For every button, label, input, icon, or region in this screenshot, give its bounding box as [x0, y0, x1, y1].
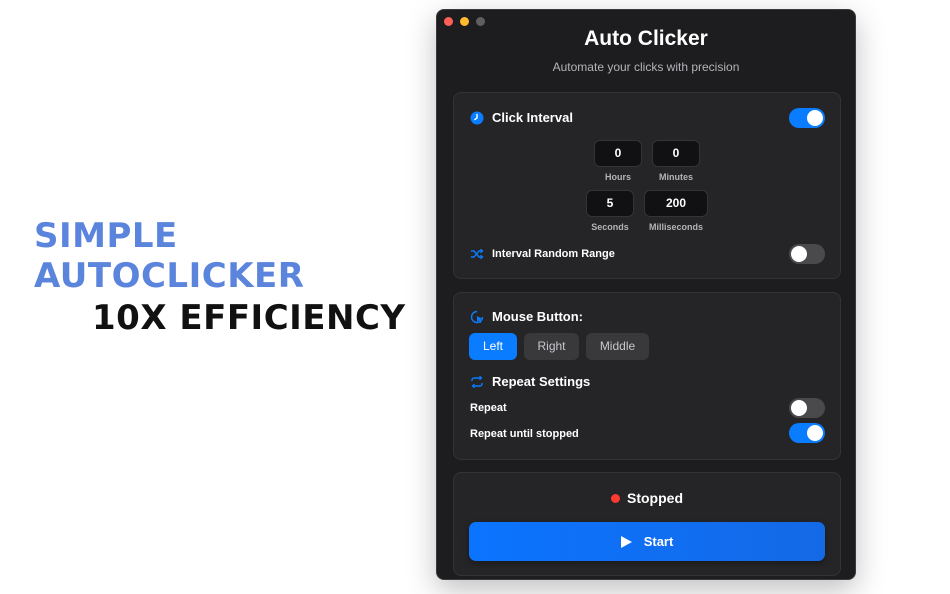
milliseconds-field[interactable]: 200 Milliseconds	[644, 190, 708, 232]
interval-random-range-label: Interval Random Range	[492, 248, 615, 260]
interval-random-range-toggle[interactable]	[789, 244, 825, 264]
mouse-middle-button[interactable]: Middle	[586, 333, 649, 360]
minutes-label: Minutes	[658, 172, 693, 182]
app-window: Auto Clicker Automate your clicks with p…	[436, 9, 856, 580]
status-card: Stopped Start	[453, 472, 841, 576]
repeat-until-stopped-label: Repeat until stopped	[470, 428, 579, 440]
repeat-label: Repeat	[470, 402, 507, 414]
clock-icon	[470, 111, 484, 124]
interval-random-range-row: Interval Random Range	[470, 247, 615, 261]
click-interval-title: Click Interval	[492, 110, 573, 125]
repeat-toggle[interactable]	[789, 398, 825, 418]
repeat-settings-title: Repeat Settings	[492, 374, 591, 389]
shuffle-icon	[471, 248, 484, 260]
repeat-until-stopped-toggle[interactable]	[789, 423, 825, 443]
start-button-label: Start	[643, 534, 674, 549]
promo-subheadline: 10X EFFICIENCY	[92, 298, 406, 338]
seconds-field[interactable]: 5 Seconds	[586, 190, 634, 232]
repeat-settings-header: Repeat Settings	[470, 374, 590, 389]
status-indicator: Stopped	[454, 490, 840, 506]
hours-label: Hours	[604, 172, 631, 182]
hours-field[interactable]: 0 Hours	[594, 140, 642, 182]
mouse-button-header: Mouse Button:	[470, 309, 583, 324]
milliseconds-label: Milliseconds	[648, 222, 703, 232]
minutes-field[interactable]: 0 Minutes	[652, 140, 700, 182]
status-dot-icon	[611, 493, 620, 503]
status-text: Stopped	[627, 490, 683, 506]
window-close-button[interactable]	[444, 17, 453, 26]
minutes-input[interactable]: 0	[652, 140, 700, 167]
click-interval-card: Click Interval 0 Hours 0 Minutes 5 Secon…	[453, 92, 841, 279]
play-icon	[620, 535, 632, 548]
window-zoom-button[interactable]	[476, 17, 485, 26]
seconds-label: Seconds	[591, 222, 629, 232]
promo-headline: SIMPLE AUTOCLICKER	[34, 216, 305, 296]
window-minimize-button[interactable]	[460, 17, 469, 26]
app-subtitle: Automate your clicks with precision	[552, 60, 740, 74]
mouse-right-button[interactable]: Right	[524, 333, 579, 360]
milliseconds-input[interactable]: 200	[644, 190, 708, 217]
app-title: Auto Clicker	[584, 27, 708, 50]
mouse-cursor-icon	[470, 310, 484, 323]
repeat-icon	[471, 375, 483, 388]
click-interval-header: Click Interval	[470, 110, 573, 125]
mouse-button-card: Mouse Button: Left Right Middle Repeat S…	[453, 292, 841, 460]
click-interval-toggle[interactable]	[789, 108, 825, 128]
start-button[interactable]: Start	[469, 522, 825, 561]
hours-input[interactable]: 0	[594, 140, 642, 167]
seconds-input[interactable]: 5	[586, 190, 634, 217]
mouse-left-button[interactable]: Left	[469, 333, 517, 360]
mouse-button-title: Mouse Button:	[492, 309, 583, 324]
